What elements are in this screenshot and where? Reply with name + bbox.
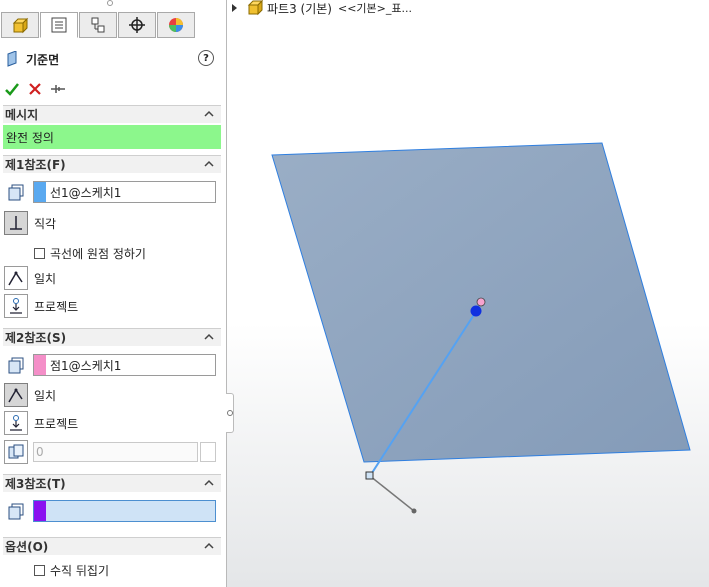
second-reference-value: 점1@스케치1 bbox=[50, 358, 122, 373]
project-option-1[interactable]: 프로젝트 bbox=[4, 294, 78, 318]
first-reference-color-swatch bbox=[34, 182, 46, 202]
section-options-header[interactable]: 옵션(O) bbox=[3, 537, 221, 555]
tab-property-manager[interactable] bbox=[40, 12, 78, 38]
instances-icon[interactable] bbox=[4, 440, 28, 464]
instances-row bbox=[4, 440, 28, 464]
collapse-chevron-icon[interactable] bbox=[203, 158, 215, 170]
coincident-icon[interactable] bbox=[4, 383, 28, 407]
section-third-reference-header[interactable]: 제3참조(T) bbox=[3, 474, 221, 492]
first-reference-value: 선1@스케치1 bbox=[50, 185, 122, 200]
part-icon bbox=[247, 0, 263, 16]
first-reference-row bbox=[4, 181, 28, 205]
panel-splitter[interactable] bbox=[226, 393, 234, 433]
sketch-point-selected[interactable] bbox=[470, 305, 482, 317]
tab-configuration-manager[interactable] bbox=[79, 12, 117, 38]
flip-normal-box[interactable] bbox=[34, 565, 45, 576]
origin-on-curve-label: 곡선에 원점 정하기 bbox=[50, 247, 146, 261]
sketch-point-highlight[interactable] bbox=[476, 297, 486, 307]
instances-count-value: 0 bbox=[36, 445, 44, 459]
graphics-area[interactable] bbox=[227, 0, 709, 587]
sketch-endpoint[interactable] bbox=[411, 508, 417, 514]
plane-feature-icon bbox=[7, 51, 17, 67]
section-third-reference-title: 제3참조(T) bbox=[5, 477, 66, 491]
viewport-canvas[interactable] bbox=[227, 0, 709, 587]
collapse-chevron-icon[interactable] bbox=[203, 108, 215, 120]
flip-normal-label: 수직 뒤집기 bbox=[50, 564, 110, 578]
third-reference-selection[interactable] bbox=[33, 500, 216, 522]
flip-normal-checkbox[interactable]: 수직 뒤집기 bbox=[34, 562, 109, 579]
status-message-text: 완전 정의 bbox=[6, 130, 54, 145]
third-reference-row bbox=[4, 500, 28, 524]
project-option-2[interactable]: 프로젝트 bbox=[4, 411, 78, 435]
action-buttons bbox=[4, 80, 66, 98]
instances-count-input[interactable]: 0 bbox=[33, 442, 198, 462]
origin-on-curve-box[interactable] bbox=[34, 248, 45, 259]
panel-grip[interactable] bbox=[107, 0, 113, 6]
origin-on-curve-checkbox[interactable]: 곡선에 원점 정하기 bbox=[34, 245, 146, 262]
collapse-chevron-icon[interactable] bbox=[203, 331, 215, 343]
second-reference-selection[interactable]: 점1@스케치1 bbox=[33, 354, 216, 376]
coincident-icon[interactable] bbox=[4, 266, 28, 290]
tab-dimxpert-manager[interactable] bbox=[118, 12, 156, 38]
collapse-chevron-icon[interactable] bbox=[203, 540, 215, 552]
section-first-reference-header[interactable]: 제1참조(F) bbox=[3, 155, 221, 173]
section-second-reference-title: 제2참조(S) bbox=[5, 331, 67, 345]
coincident-label-2: 일치 bbox=[34, 388, 57, 403]
perpendicular-icon[interactable] bbox=[4, 211, 28, 235]
reference-entity-icon bbox=[4, 181, 28, 205]
manager-tabs bbox=[0, 12, 226, 40]
configuration-manager-icon bbox=[91, 17, 105, 33]
part-name[interactable]: 파트3 (기본) bbox=[267, 0, 332, 17]
cancel-x-icon[interactable] bbox=[28, 82, 42, 96]
project-icon[interactable] bbox=[4, 411, 28, 435]
coincident-option-2[interactable]: 일치 bbox=[4, 383, 56, 407]
tab-display-manager[interactable] bbox=[157, 12, 195, 38]
perpendicular-label: 직각 bbox=[34, 216, 57, 231]
property-manager-icon bbox=[51, 17, 67, 33]
help-icon[interactable]: ? bbox=[198, 50, 214, 66]
ok-check-icon[interactable] bbox=[4, 81, 20, 97]
coincident-option-1[interactable]: 일치 bbox=[4, 266, 56, 290]
section-options-title: 옵션(O) bbox=[5, 540, 49, 554]
project-label-1: 프로젝트 bbox=[34, 299, 79, 314]
coincident-label-1: 일치 bbox=[34, 271, 57, 286]
pushpin-icon[interactable] bbox=[50, 82, 66, 96]
section-message-title: 메시지 bbox=[5, 108, 39, 122]
reference-entity-icon bbox=[4, 500, 28, 524]
collapse-chevron-icon[interactable] bbox=[203, 477, 215, 489]
part-configuration: <<기본>_표... bbox=[337, 2, 412, 15]
project-icon[interactable] bbox=[4, 294, 28, 318]
status-message: 완전 정의 bbox=[3, 125, 221, 149]
feature-title-bar: 기준면 ? bbox=[6, 50, 220, 68]
perpendicular-option[interactable]: 직각 bbox=[4, 211, 56, 235]
crosshair-icon bbox=[129, 17, 145, 33]
sketch-line-gray[interactable] bbox=[369, 475, 415, 512]
second-reference-row bbox=[4, 354, 28, 378]
sketch-corner-point[interactable] bbox=[365, 471, 374, 480]
feature-tree-flyout[interactable]: 파트3 (기본) <<기본>_표... bbox=[232, 0, 412, 16]
section-message-header[interactable]: 메시지 bbox=[3, 105, 221, 123]
reference-entity-icon bbox=[4, 354, 28, 378]
project-label-2: 프로젝트 bbox=[34, 416, 79, 431]
property-manager: 기준면 ? 메시지 완전 정의 제1참조(F) 선1@스케치1 직각 곡선에 원… bbox=[0, 0, 227, 587]
section-first-reference-title: 제1참조(F) bbox=[5, 158, 66, 172]
first-reference-selection[interactable]: 선1@스케치1 bbox=[33, 181, 216, 203]
feature-manager-icon bbox=[12, 17, 29, 34]
section-second-reference-header[interactable]: 제2참조(S) bbox=[3, 328, 221, 346]
appearance-ball-icon bbox=[169, 18, 183, 32]
feature-title: 기준면 bbox=[26, 52, 60, 67]
instances-spinner[interactable] bbox=[200, 442, 216, 462]
expand-arrow-icon[interactable] bbox=[232, 4, 237, 12]
tab-feature-manager[interactable] bbox=[1, 12, 39, 38]
second-reference-color-swatch bbox=[34, 355, 46, 375]
third-reference-color-swatch bbox=[34, 501, 46, 521]
